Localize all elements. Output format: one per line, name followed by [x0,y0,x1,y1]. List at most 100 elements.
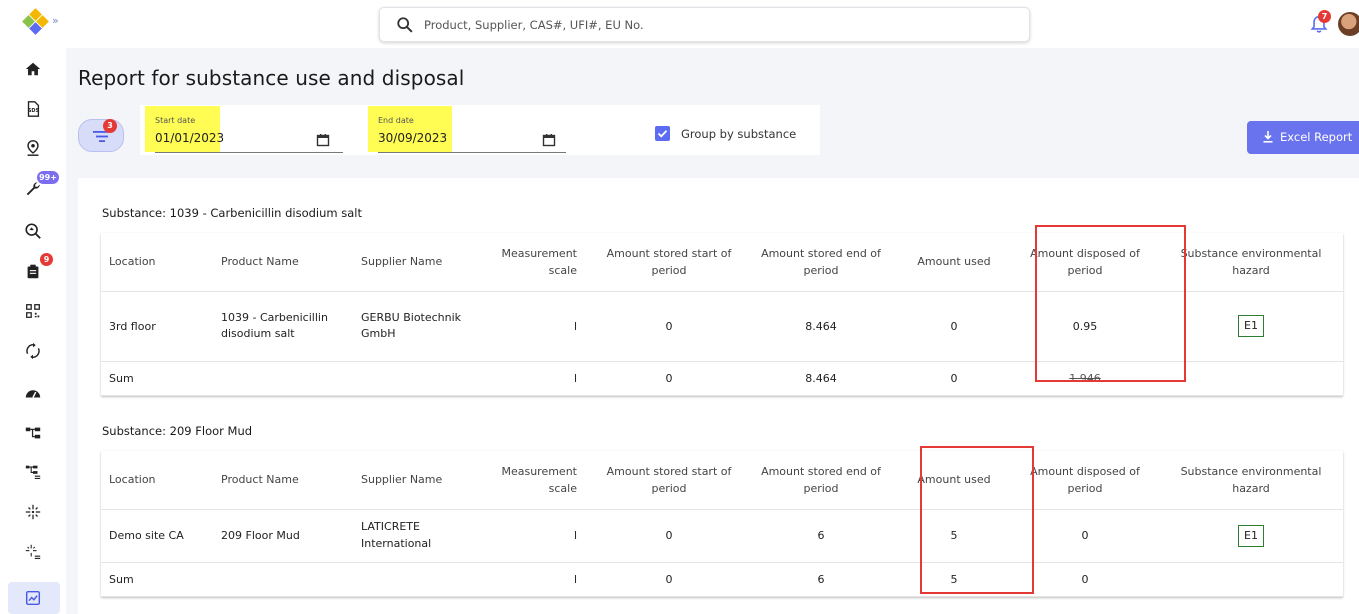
column-header-scale[interactable]: Measurement scale [483,451,593,510]
tools-badge: 99+ [37,171,59,184]
cell-empty [213,361,353,396]
cell-sum-label: Sum [101,562,213,597]
app-logo[interactable] [22,8,50,36]
sidebar [0,48,66,614]
excel-report-button[interactable]: Excel Report [1247,121,1359,154]
hazard-badge: E1 [1238,524,1264,547]
column-header-hazard[interactable]: Substance environmental hazard [1159,451,1343,510]
annotation-highlight-box [1035,225,1186,382]
excel-report-label: Excel Report [1280,130,1353,144]
cell-location: Demo site CA [101,509,213,563]
group-by-substance-checkbox[interactable] [655,126,670,141]
download-icon [1263,131,1273,143]
column-header-hazard[interactable]: Substance environmental hazard [1159,233,1343,292]
cell-sum-stored-end: 6 [745,562,897,597]
calendar-icon[interactable] [316,133,330,147]
column-header-location[interactable]: Location [101,451,213,510]
start-date-field[interactable]: Start date 01/01/2023 [145,106,345,153]
filter-button[interactable] [78,119,124,152]
cell-sum-stored-start: 0 [593,361,745,396]
cell-empty [1159,562,1343,597]
start-date-label: Start date [155,116,196,125]
column-header-used[interactable]: Amount used [897,233,1011,292]
cell-stored-end: 8.464 [745,291,897,362]
calendar-icon[interactable] [542,133,556,147]
group-by-substance-label[interactable]: Group by substance [681,127,796,141]
start-date-value[interactable]: 01/01/2023 [155,131,224,145]
cell-sum-stored-start: 0 [593,562,745,597]
global-search[interactable] [379,7,1030,42]
cell-hazard: E1 [1159,291,1343,362]
sparkle-list-icon[interactable] [20,539,46,565]
column-header-product[interactable]: Product Name [213,233,353,292]
table-row[interactable]: Demo site CA 209 Floor Mud LATICRETE Int… [101,509,1343,563]
hazard-badge: E1 [1238,315,1264,337]
column-header-supplier[interactable]: Supplier Name [353,233,483,292]
column-header-product[interactable]: Product Name [213,451,353,510]
sync-icon[interactable] [20,338,46,364]
column-header-stored-end[interactable]: Amount stored end of period [745,451,897,510]
section-title: Substance: 209 Floor Mud [102,424,253,438]
section-title: Substance: 1039 - Carbenicillin disodium… [102,206,362,220]
cell-stored-start: 0 [593,291,745,362]
sds-icon[interactable]: SDS [20,96,46,122]
end-date-label: End date [378,116,414,125]
cell-sum-scale: l [483,361,593,396]
avatar[interactable] [1338,12,1359,36]
qr-icon[interactable] [20,298,46,324]
report-icon[interactable] [20,585,46,611]
table-header-row: Location Product Name Supplier Name Meas… [101,451,1343,510]
cell-empty [353,361,483,396]
end-date-highlight [368,106,452,152]
cell-scale: l [483,291,593,362]
start-date-highlight [145,106,220,152]
cell-supplier: LATICRETE International [353,509,483,563]
tree-list-icon[interactable] [20,459,46,485]
substance-table: Location Product Name Supplier Name Meas… [101,451,1343,597]
cell-stored-end: 6 [745,509,897,563]
search-icon [397,17,413,33]
cell-product: 1039 - Carbenicillin disodium salt [213,291,353,362]
cell-sum-used: 0 [897,361,1011,396]
cell-sum-scale: l [483,562,593,597]
start-date-underline [155,152,343,153]
cell-location: 3rd floor [101,291,213,362]
cell-supplier: GERBU Biotechnik GmbH [353,291,483,362]
sparkle-icon[interactable] [20,499,46,525]
home-icon[interactable] [20,56,46,82]
column-header-stored-start[interactable]: Amount stored start of period [593,451,745,510]
sum-row: Sum l 0 6 5 0 [101,562,1343,597]
column-header-supplier[interactable]: Supplier Name [353,451,483,510]
expand-sidebar-icon[interactable]: » [52,14,59,27]
search-hazard-icon[interactable] [20,218,46,244]
tree-icon[interactable] [20,420,46,446]
check-icon [657,130,668,138]
cell-sum-stored-end: 8.464 [745,361,897,396]
cell-hazard: E1 [1159,509,1343,563]
svg-text:SDS: SDS [28,108,40,114]
page-title: Report for substance use and disposal [78,66,465,90]
cell-empty [353,562,483,597]
inventory-badge: 9 [40,253,53,266]
column-header-stored-end[interactable]: Amount stored end of period [745,233,897,292]
filter-count-badge: 3 [103,119,117,133]
cell-scale: l [483,509,593,563]
annotation-highlight-box [920,446,1034,594]
search-input[interactable] [424,15,984,35]
column-header-stored-start[interactable]: Amount stored start of period [593,233,745,292]
end-date-value[interactable]: 30/09/2023 [378,131,447,145]
end-date-field[interactable]: End date 30/09/2023 [368,106,568,153]
column-header-location[interactable]: Location [101,233,213,292]
cell-product: 209 Floor Mud [213,509,353,563]
dashboard-icon[interactable] [20,380,46,406]
column-header-scale[interactable]: Measurement scale [483,233,593,292]
cell-empty [1159,361,1343,396]
cell-used: 0 [897,291,1011,362]
end-date-underline [378,152,566,153]
location-icon[interactable] [20,135,46,161]
notification-badge: 7 [1318,10,1331,23]
cell-empty [213,562,353,597]
cell-sum-label: Sum [101,361,213,396]
cell-stored-start: 0 [593,509,745,563]
top-bar: » 7 [0,0,1359,48]
